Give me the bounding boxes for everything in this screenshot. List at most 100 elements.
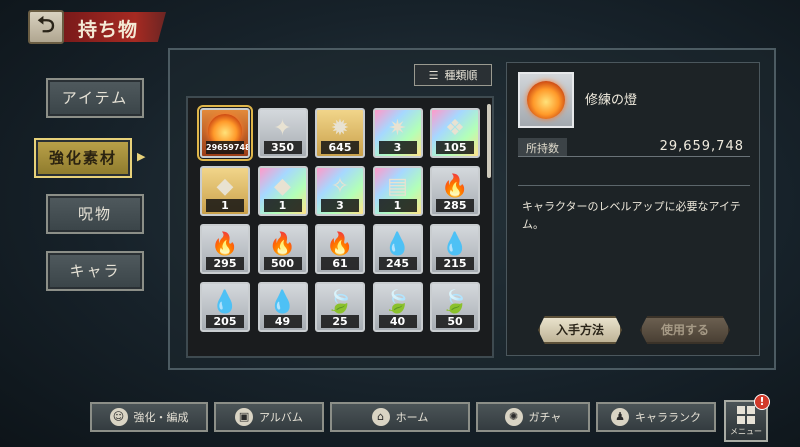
back-arrow-icon: ⮌ [37, 13, 55, 38]
inventory-item[interactable]: 🔥 61 [315, 224, 365, 274]
rainbow-crystal-icon: ✷ [388, 116, 407, 141]
item-quantity: 350 [263, 141, 302, 154]
inventory-item[interactable]: ❖ 105 [430, 108, 480, 158]
item-quantity: 1 [206, 199, 244, 212]
red-flame-icon: 🔥 [211, 232, 239, 257]
active-tab-arrow-icon: ▶ [137, 150, 146, 163]
nav-label: ガチャ [528, 411, 562, 424]
item-quantity: 285 [436, 199, 474, 212]
item-quantity: 3 [378, 141, 417, 154]
item-grid: 29659748 ✦ 350 ✹ 645 ✷ 3 ❖ 105 ◆ 1 ◆ 1 ✧ 3 ▤ 1 🔥 285 🔥 295 🔥 5… [186, 96, 494, 358]
inventory-item[interactable]: 💧 245 [372, 224, 423, 274]
detail-divider [518, 185, 750, 186]
inventory-item[interactable]: 29659748 [197, 105, 253, 161]
blue-flame-icon: 💧 [383, 232, 412, 257]
sort-icon: ☰ [428, 68, 439, 82]
inventory-item[interactable]: 🔥 285 [430, 166, 480, 216]
tab-characters[interactable]: キャラ [46, 251, 144, 291]
inventory-item[interactable]: 🍃 50 [430, 282, 480, 332]
item-quantity: 1 [378, 199, 417, 212]
sort-label: 種類順 [444, 69, 478, 82]
item-quantity: 50 [436, 315, 474, 328]
green-flame-icon: 🍃 [383, 290, 412, 315]
inventory-item[interactable]: 🔥 295 [200, 224, 250, 274]
inventory-item[interactable]: 🔥 500 [257, 224, 308, 274]
how-to-obtain-button[interactable]: 入手方法 [538, 316, 622, 344]
owned-count-value: 29,659,748 [659, 139, 744, 154]
inventory-item[interactable]: ✦ 350 [257, 108, 308, 158]
rank-icon: ♟ [611, 408, 629, 426]
red-flame-icon: 🔥 [268, 232, 297, 257]
nav-album[interactable]: ▣ アルバム [214, 402, 324, 432]
nav-label: 強化・編成 [133, 411, 189, 424]
item-quantity: 245 [378, 257, 417, 270]
crystal-cluster-icon: ✹ [330, 116, 350, 141]
item-quantity: 1 [263, 199, 302, 212]
owned-count-label: 所持数 [518, 137, 567, 156]
menu-label: メニュー [730, 426, 762, 436]
blue-flame-icon: 💧 [211, 290, 239, 315]
detail-item-icon [518, 72, 574, 128]
use-button[interactable]: 使用する [640, 316, 730, 344]
item-quantity: 205 [206, 315, 244, 328]
rainbow-gem-icon: ◆ [274, 174, 291, 199]
flame-orb-icon [527, 81, 565, 119]
item-quantity: 500 [263, 257, 302, 270]
rainbow-sparkle-icon: ✧ [330, 174, 350, 199]
book-icon: ▤ [387, 174, 408, 199]
item-quantity: 105 [436, 141, 474, 154]
inventory-item[interactable]: ▤ 1 [372, 166, 423, 216]
item-quantity: 3 [321, 199, 359, 212]
inventory-item[interactable]: ✧ 3 [315, 166, 365, 216]
red-flame-icon: 🔥 [441, 174, 469, 199]
nav-label: キャラランク [635, 411, 701, 424]
nav-enhance-formation[interactable]: ☺ 強化・編成 [90, 402, 208, 432]
detail-item-name: 修練の燈 [585, 93, 638, 108]
item-quantity: 25 [321, 315, 359, 328]
home-icon: ⌂ [371, 408, 390, 426]
item-quantity: 61 [321, 257, 359, 270]
gacha-icon: ✺ [504, 408, 523, 426]
inventory-item[interactable]: 💧 205 [200, 282, 250, 332]
green-flame-icon: 🍃 [441, 290, 469, 315]
menu-grid-icon [737, 405, 755, 424]
inventory-item[interactable]: ✷ 3 [372, 108, 423, 158]
alert-badge: ! [754, 394, 770, 410]
album-icon: ▣ [235, 408, 254, 426]
item-quantity: 295 [206, 257, 244, 270]
nav-label: ホーム [395, 411, 429, 424]
tab-items[interactable]: アイテム [46, 78, 144, 118]
inventory-item[interactable]: ✹ 645 [315, 108, 365, 158]
nav-character-rank[interactable]: ♟ キャラランク [596, 402, 716, 432]
item-description: キャラクターのレベルアップに必要なアイテム。 [522, 200, 741, 231]
tab-enhance-materials[interactable]: 強化素材 [34, 138, 132, 178]
nav-gacha[interactable]: ✺ ガチャ [476, 402, 590, 432]
sort-button[interactable]: ☰ 種類順 [414, 64, 492, 86]
inventory-item[interactable]: 🍃 25 [315, 282, 365, 332]
inventory-item[interactable]: 🍃 40 [372, 282, 423, 332]
inventory-item[interactable]: 💧 215 [430, 224, 480, 274]
tab-cursed-objects[interactable]: 呪物 [46, 194, 144, 234]
owned-count-row: 所持数 29,659,748 [518, 137, 750, 157]
inventory-item[interactable]: ◆ 1 [200, 166, 250, 216]
item-quantity: 49 [263, 315, 302, 328]
blue-flame-icon: 💧 [441, 232, 469, 257]
item-quantity: 645 [321, 141, 359, 154]
crystal-shard-icon: ✦ [273, 116, 292, 141]
page-title: 持ち物 [64, 12, 166, 42]
inventory-item[interactable]: ◆ 1 [257, 166, 308, 216]
item-grid-scrollbar[interactable] [487, 104, 491, 178]
party-icon: ☺ [109, 408, 128, 426]
nav-label: アルバム [259, 411, 303, 424]
back-button[interactable]: ⮌ [28, 10, 64, 44]
green-flame-icon: 🍃 [326, 290, 354, 315]
nav-home[interactable]: ⌂ ホーム [330, 402, 470, 432]
item-quantity: 40 [378, 315, 417, 328]
item-quantity: 215 [436, 257, 474, 270]
blue-flame-icon: 💧 [268, 290, 297, 315]
gold-gem-icon: ◆ [216, 174, 234, 199]
inventory-item[interactable]: 💧 49 [257, 282, 308, 332]
rainbow-shard-icon: ❖ [445, 116, 465, 141]
red-flame-icon: 🔥 [326, 232, 354, 257]
item-quantity: 29659748 [206, 141, 250, 154]
